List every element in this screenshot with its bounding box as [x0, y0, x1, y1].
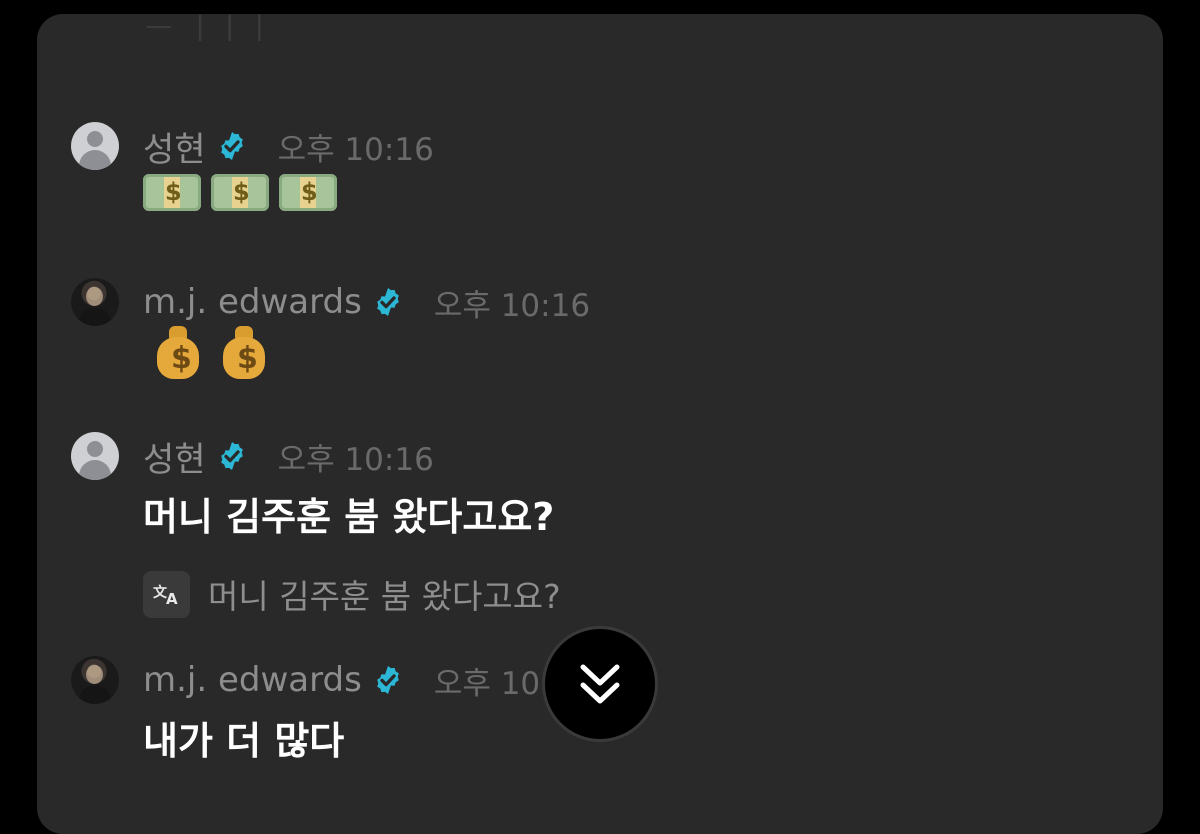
emoji-content: [143, 174, 337, 211]
author-name[interactable]: 성현: [143, 432, 206, 481]
photo-avatar[interactable]: [71, 278, 119, 326]
avatar-shoulders-shape: [79, 150, 111, 170]
money-with-wings-icon: [143, 174, 201, 211]
author-name[interactable]: m.j. edwards: [143, 660, 362, 700]
translation-row: 文 A 머니 김주훈 붐 왔다고요?: [143, 570, 561, 618]
message-time: 오후 10:16: [277, 441, 434, 478]
emoji-content: [155, 326, 267, 380]
verified-badge-icon: [377, 666, 399, 694]
money-with-wings-icon: [279, 174, 337, 211]
double-chevron-down-icon: [580, 664, 620, 704]
avatar-head-shape: [87, 131, 103, 147]
scroll-to-bottom-button[interactable]: [542, 626, 658, 742]
svg-text:A: A: [166, 590, 178, 606]
verified-badge-icon: [377, 288, 399, 316]
author-name[interactable]: m.j. edwards: [143, 282, 362, 322]
money-bag-icon: [221, 326, 267, 380]
message-header: m.j. edwards 오후 10:16: [143, 280, 590, 324]
message-text: 내가 더 많다: [143, 719, 345, 763]
message-time: 오후 10:16: [433, 287, 591, 324]
avatar-face-shape: [86, 287, 103, 306]
translated-text: 머니 김주훈 붐 왔다고요?: [208, 577, 561, 616]
default-avatar[interactable]: [71, 122, 119, 170]
money-bag-icon: [155, 326, 201, 380]
default-avatar[interactable]: [71, 432, 119, 480]
translate-glyph-icon: 文 A: [153, 584, 178, 606]
message-time: 오후 10:16: [277, 131, 434, 168]
message-text: 머니 김주훈 붐 왔다고요?: [143, 495, 555, 539]
verified-badge-icon: [220, 132, 243, 160]
verified-badge-icon: [220, 442, 243, 470]
cropped-previous-message: ㅡ ㅣㅣㅣ: [145, 14, 275, 47]
avatar-body-shape: [79, 686, 111, 704]
message-header: 성현 오후 10:16: [143, 122, 434, 171]
avatar-shoulders-shape: [79, 460, 111, 480]
translate-icon[interactable]: 文 A: [143, 570, 190, 618]
money-bag-body: [157, 337, 199, 379]
message-header: 성현 오후 10:16: [143, 432, 434, 481]
money-with-wings-icon: [211, 174, 269, 211]
message-time: 오후 10: [433, 665, 541, 702]
avatar-body-shape: [79, 308, 111, 326]
author-name[interactable]: 성현: [143, 122, 206, 171]
message-header: m.j. edwards 오후 10: [143, 658, 540, 702]
money-bag-body: [223, 337, 265, 379]
avatar-face-shape: [86, 665, 103, 684]
photo-avatar[interactable]: [71, 656, 119, 704]
avatar-head-shape: [87, 441, 103, 457]
